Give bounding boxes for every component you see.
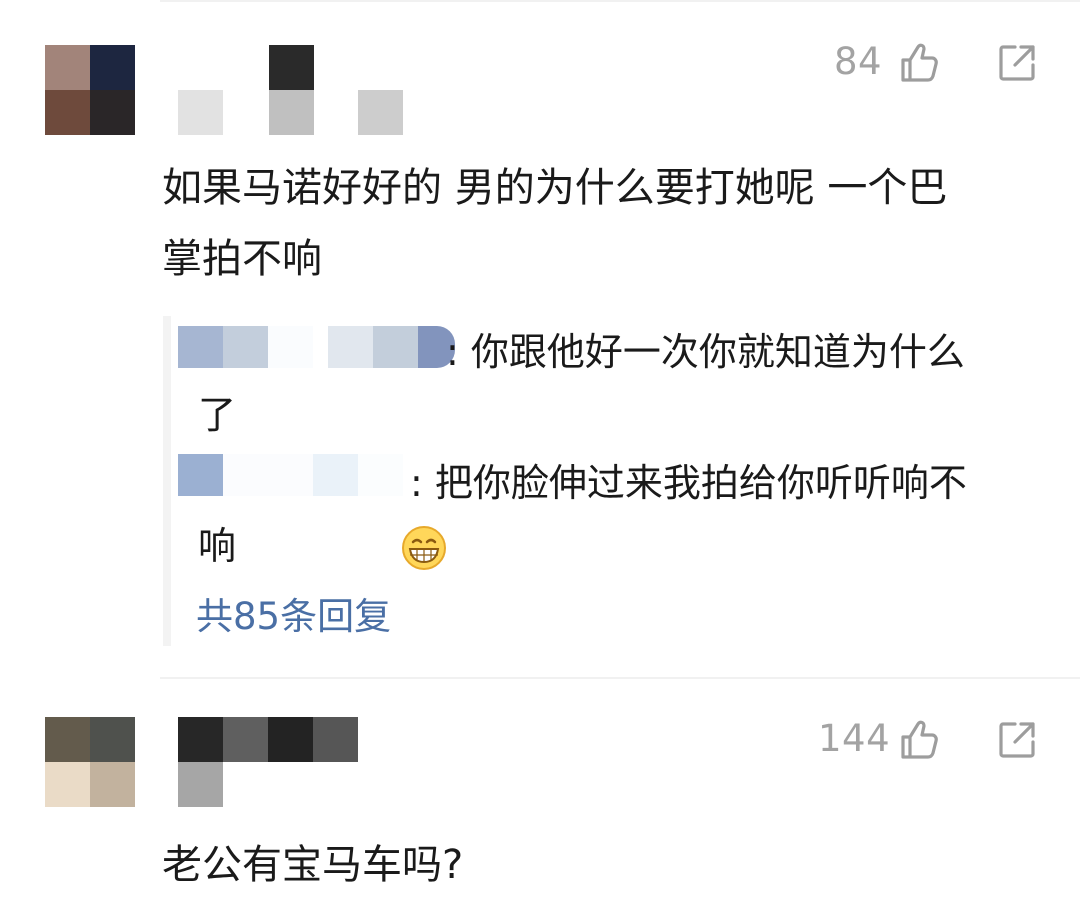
reply-author[interactable] xyxy=(178,454,403,496)
like-count: 144 xyxy=(818,717,891,760)
reply-text-line-2: 响 xyxy=(198,524,237,568)
username[interactable] xyxy=(178,717,358,807)
more-replies-link[interactable]: 共85条回复 xyxy=(196,586,391,640)
share-icon[interactable] xyxy=(997,720,1037,760)
avatar[interactable] xyxy=(45,45,135,135)
thumbs-up-icon[interactable] xyxy=(898,42,940,84)
reply-list: : 你跟他好一次你就知道为什么 了 : 把你脸伸过来我拍给你听听响不 响 共85… xyxy=(163,316,1043,646)
comment-text-line-1: 如果马诺好好的 男的为什么要打她呢 一个巴 xyxy=(162,165,948,211)
comment-divider xyxy=(160,677,1080,679)
comment-text-line-1: 老公有宝马车吗? xyxy=(162,842,464,888)
grin-emoji-icon xyxy=(402,526,446,570)
comment-text-line-2: 掌拍不响 xyxy=(162,236,322,282)
share-icon[interactable] xyxy=(997,43,1037,83)
reply-text-line-1: : 你跟他好一次你就知道为什么 xyxy=(446,330,965,374)
thumbs-up-icon[interactable] xyxy=(898,719,940,761)
like-count: 84 xyxy=(834,40,883,83)
username[interactable] xyxy=(178,45,403,135)
top-divider xyxy=(160,0,1080,2)
reply-text-line-2: 了 xyxy=(198,393,237,437)
reply-text-line-1: : 把你脸伸过来我拍给你听听响不 xyxy=(410,461,967,505)
avatar[interactable] xyxy=(45,717,135,807)
reply-author[interactable] xyxy=(178,326,455,368)
